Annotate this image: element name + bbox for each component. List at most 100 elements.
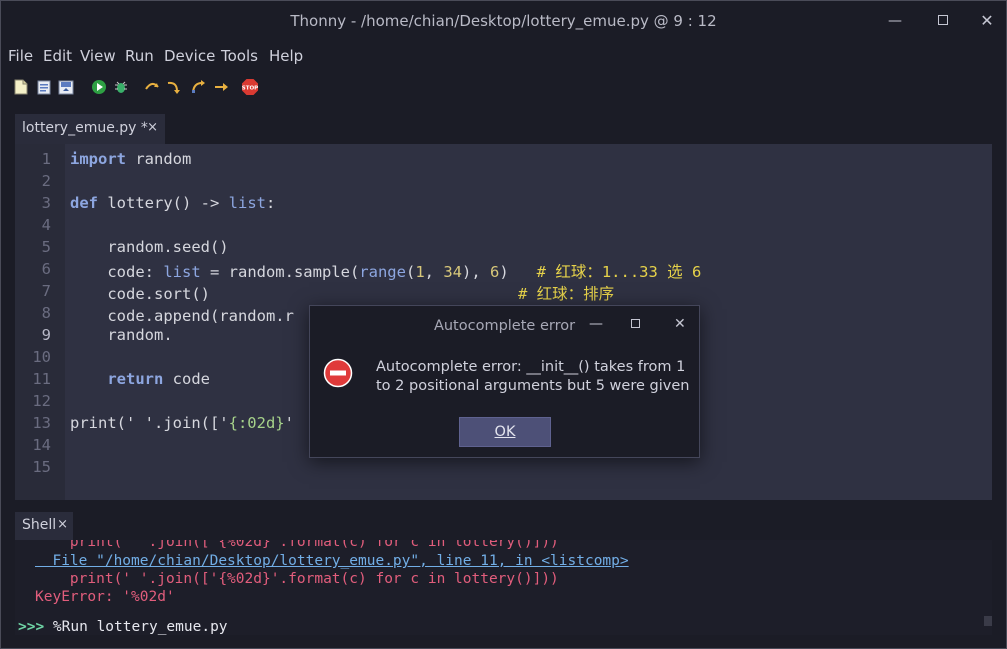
code-token: code: [70,263,164,281]
menu-run[interactable]: Run [125,47,154,65]
code-token: ' [284,414,294,432]
code-token: 34 [443,263,462,281]
code-token: random.seed() [70,238,229,256]
code-token: print(' '.join([' [70,414,229,432]
code-token: , [424,263,444,281]
autocomplete-error-dialog: Autocomplete error — ✕ Autocomplete erro… [309,305,700,458]
dialog-minimize-button[interactable]: — [589,316,603,332]
code-line: print(' '.join(['{:02d}' [70,414,294,432]
save-file-icon[interactable] [57,78,75,96]
line-number: 14 [32,436,51,454]
code-line: return code [70,370,210,388]
step-over-icon[interactable] [143,78,161,96]
code-token: ( [405,263,416,281]
code-token: 6 [490,263,500,281]
window-title: Thonny - /home/chian/Desktop/lottery_emu… [290,12,717,30]
title-bar: Thonny - /home/chian/Desktop/lottery_emu… [0,0,1007,42]
line-number: 15 [32,458,51,476]
code-line: random.seed() [70,238,229,256]
dialog-close-button[interactable]: ✕ [674,316,686,332]
code-comment: # 红球：排序 [517,285,615,303]
shell-traceback-link[interactable]: File "/home/chian/Desktop/lottery_emue.p… [35,553,628,569]
new-file-icon[interactable] [12,78,30,96]
code-token: = random.sample( [200,263,360,281]
shell-command: %Run lottery_emue.py [44,619,228,635]
code-token: code [163,370,210,388]
open-file-icon[interactable] [35,78,53,96]
code-line: code: list = random.sample(range(1, 34),… [70,260,701,282]
shell-tab[interactable]: Shell × [15,512,73,540]
close-shell-icon[interactable]: × [57,517,68,532]
line-number-current: 9 [41,326,51,344]
line-number: 4 [41,216,51,234]
code-keyword: import [70,150,126,168]
editor-tab[interactable]: lottery_emue.py * × [15,114,165,144]
shell-tab-label: Shell [22,517,57,533]
line-number: 11 [32,370,51,388]
code-token: list [228,194,266,212]
stop-label: STOP [242,86,258,92]
code-line: def lottery() -> list: [70,194,275,212]
line-number-gutter: 1 2 3 4 5 6 7 8 9 10 11 12 13 14 15 [15,144,65,500]
menu-tools[interactable]: Tools [221,47,258,65]
code-token: list [163,263,201,281]
resume-icon[interactable] [212,78,230,96]
shell-error-line: KeyError: '%02d' [35,589,175,605]
run-icon[interactable] [90,78,108,96]
close-tab-icon[interactable]: × [147,120,158,135]
menu-file[interactable]: File [8,47,33,65]
code-token: random. [70,326,173,344]
menu-view[interactable]: View [80,47,116,65]
step-out-icon[interactable] [189,78,207,96]
line-number: 2 [41,172,51,190]
toolbar: STOP [0,78,1007,100]
editor-tab-label: lottery_emue.py * [22,120,148,136]
shell-output-line: print(' '.join(['{%02d}'.format(c) for c… [35,571,559,587]
menu-bar: File Edit View Run Device Tools Help [0,44,1007,70]
line-number: 10 [32,348,51,366]
code-token: ), [462,263,490,281]
debug-icon[interactable] [112,78,130,96]
stop-icon[interactable]: STOP [241,78,259,96]
code-token: ) [499,263,537,281]
line-number: 3 [41,194,51,212]
code-token: lottery() -> [98,194,229,212]
maximize-icon [631,319,640,328]
close-button[interactable]: ✕ [972,9,1002,33]
maximize-button[interactable] [928,9,958,33]
maximize-icon [938,15,948,25]
code-line: code.sort() # 红球：排序 [70,282,614,304]
code-token: range [359,263,406,281]
line-number: 6 [41,260,51,278]
line-number: 1 [41,150,51,168]
code-keyword: return [107,370,164,388]
code-keyword: def [70,194,98,212]
dialog-maximize-button[interactable] [631,316,640,332]
shell-scrollbar[interactable] [984,616,992,626]
step-into-icon[interactable] [165,78,183,96]
code-token: : [265,194,276,212]
dialog-message: Autocomplete error: __init__() takes fro… [376,359,690,394]
shell-output-line: print(' '.join(['{%02d}'.format(c) for c… [35,540,559,550]
dialog-title: Autocomplete error [433,318,576,334]
menu-device[interactable]: Device [164,47,215,65]
shell-prompt-line[interactable]: >>> %Run lottery_emue.py [18,619,228,635]
code-comment: # 红球：1...33 选 6 [536,263,702,281]
code-token: {:02d} [228,414,285,432]
error-icon [323,358,353,388]
line-number: 7 [41,282,51,300]
line-number: 13 [32,414,51,432]
code-line: random. [70,326,173,344]
minimize-button[interactable]: — [880,9,910,33]
line-number: 12 [32,392,51,410]
menu-help[interactable]: Help [269,47,303,65]
code-token: code.append(random.r [70,307,294,325]
code-token: code.sort() [70,285,518,303]
code-line: import random [70,150,191,168]
code-token: random [126,150,192,168]
ok-button[interactable]: OK [459,417,551,447]
shell-console[interactable]: print(' '.join(['{%02d}'.format(c) for c… [15,540,992,635]
menu-edit[interactable]: Edit [43,47,72,65]
shell-prompt: >>> [18,619,45,635]
